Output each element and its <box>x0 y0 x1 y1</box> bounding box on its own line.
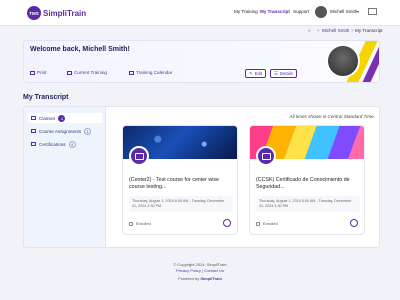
breadcrumb-separator: > <box>317 28 320 33</box>
training-calendar-label: Training Calendar <box>136 70 173 75</box>
sidebar-item-label: Certifications <box>39 141 66 147</box>
print-link[interactable]: Print <box>30 70 46 75</box>
transcript-panel: Classes 4 Course Assignments 1 Certifica… <box>23 106 380 248</box>
count-badge: 4 <box>68 140 76 148</box>
sidebar-item-classes[interactable]: Classes 4 <box>28 113 102 123</box>
logo-text: SimpliTrain <box>43 8 87 18</box>
transcript-sidebar: Classes 4 Course Assignments 1 Certifica… <box>24 107 106 247</box>
book-icon <box>256 146 276 166</box>
user-menu-name[interactable]: Michell Smith <box>330 9 357 14</box>
home-icon[interactable]: ⌂ <box>308 28 311 36</box>
status-label: Enrolled <box>136 221 151 226</box>
course-dates: Thursday, August 1, 2024 8:00 AM - Tuesd… <box>129 196 233 212</box>
user-avatar[interactable] <box>315 6 327 18</box>
chevron-down-icon[interactable]: ▾ <box>357 9 359 14</box>
assignments-icon <box>31 129 36 133</box>
powered-by-label: Powered by <box>178 276 200 281</box>
status-label: Enrolled <box>263 221 278 226</box>
nav-my-transcript[interactable]: My Transcript <box>260 9 290 14</box>
count-badge: 4 <box>58 114 66 122</box>
enrollment-status: Enrolled <box>256 221 278 226</box>
book-icon <box>129 146 149 166</box>
sidebar-item-course-assignments[interactable]: Course Assignments 1 <box>28 126 102 136</box>
calendar-icon <box>129 70 134 75</box>
nav-support[interactable]: Support <box>293 9 309 14</box>
top-navbar: TMS SimpliTrain My Training My Transcrip… <box>0 0 400 26</box>
timezone-note: All times shown in Central Standard Time… <box>289 114 376 119</box>
classes-icon <box>31 116 36 120</box>
welcome-title: Welcome back, Michell Smith! <box>30 46 130 53</box>
edit-icon: ✎ <box>249 70 253 76</box>
print-label: Print <box>37 70 47 75</box>
certificate-icon <box>31 142 36 146</box>
details-label: Details <box>279 71 293 76</box>
enrollment-status: Enrolled <box>129 221 151 226</box>
sidebar-item-label: Course Assignments <box>39 128 82 134</box>
privacy-policy-link[interactable]: Privacy Policy <box>176 268 201 273</box>
status-icon <box>256 221 260 226</box>
current-training-link[interactable]: Current Training <box>67 70 107 75</box>
details-button[interactable]: ☰ Details <box>270 69 297 78</box>
course-card[interactable]: (Center2) - Test course for center wise … <box>122 125 238 235</box>
nav-my-training[interactable]: My Training <box>234 9 258 14</box>
training-calendar-link[interactable]: Training Calendar <box>129 70 172 75</box>
current-training-label: Current Training <box>74 70 107 75</box>
sidebar-item-label: Classes <box>39 115 56 121</box>
powered-by-brand[interactable]: SimpliTrain <box>200 276 222 281</box>
status-icon <box>129 221 133 226</box>
training-icon <box>67 70 72 75</box>
history-icon[interactable] <box>350 219 358 227</box>
sidebar-item-certifications[interactable]: Certifications 4 <box>28 139 102 149</box>
breadcrumb-user-link[interactable]: Michell Smith <box>322 28 349 36</box>
breadcrumb-current: My Transcript <box>355 28 383 33</box>
course-card[interactable]: (CCSK) Certificado de Conocimiento de Se… <box>249 125 365 235</box>
logo-badge: TMS <box>27 6 41 20</box>
history-icon[interactable] <box>223 219 231 227</box>
mail-icon[interactable] <box>368 8 377 15</box>
section-title: My Transcript <box>23 94 69 101</box>
count-badge: 1 <box>84 127 92 135</box>
details-icon: ☰ <box>274 70 278 76</box>
course-dates: Thursday, August 1, 2024 8:00 AM - Tuesd… <box>256 196 360 212</box>
edit-button[interactable]: ✎ Edit <box>245 69 267 78</box>
app-logo[interactable]: TMS SimpliTrain <box>27 6 86 20</box>
course-title[interactable]: (CCSK) Certificado de Conocimiento de Se… <box>256 177 360 191</box>
breadcrumb-separator: > <box>351 28 354 33</box>
footer: © Copyright 2024. SimpliTrain Privacy Po… <box>0 262 400 282</box>
contact-us-link[interactable]: Contact Us <box>204 268 224 273</box>
edit-label: Edit <box>254 71 263 76</box>
print-icon <box>30 70 35 75</box>
profile-avatar <box>326 44 360 78</box>
course-title[interactable]: (Center2) - Test course for center wise … <box>129 177 233 191</box>
